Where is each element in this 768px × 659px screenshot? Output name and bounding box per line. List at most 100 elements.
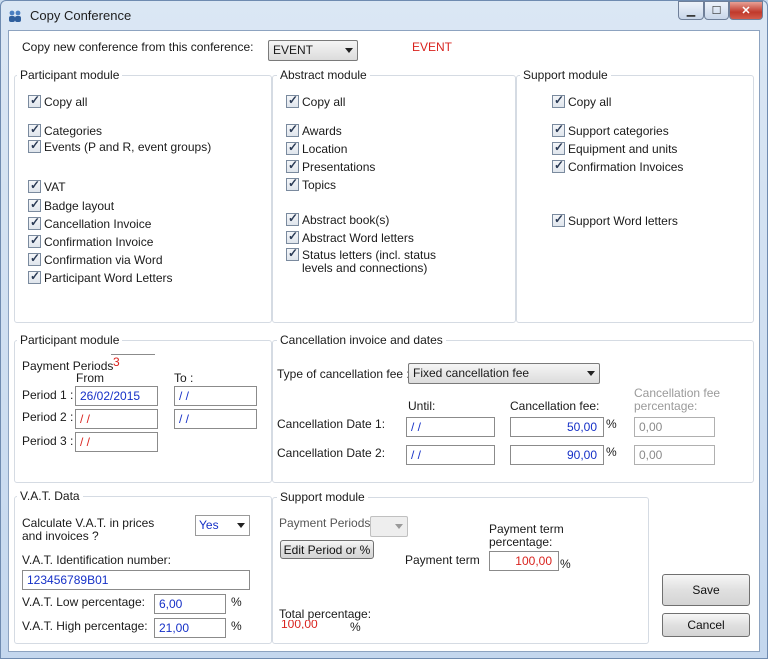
label: Confirmation via Word xyxy=(44,253,163,267)
label: Equipment and units xyxy=(568,142,678,156)
checkbox-cancellation-invoice[interactable] xyxy=(28,215,41,230)
pct-sign: % xyxy=(231,595,242,609)
period1-to-input[interactable]: / / xyxy=(174,386,257,406)
vat-title: V.A.T. Data xyxy=(17,489,83,503)
checkbox-abstract-copy-all[interactable] xyxy=(286,93,299,108)
vat-calc-value: Yes xyxy=(199,518,219,532)
checkbox-presentations[interactable] xyxy=(286,158,299,173)
checkbox-badge-layout[interactable] xyxy=(28,197,41,212)
period3-label: Period 3 : xyxy=(22,434,74,448)
period2-from-input[interactable]: / / xyxy=(75,409,158,429)
label: Support categories xyxy=(568,124,669,138)
checkbox-location[interactable] xyxy=(286,140,299,155)
cancellation-type-value: Fixed cancellation fee xyxy=(413,366,530,380)
label: Abstract book(s) xyxy=(302,213,390,227)
label: Awards xyxy=(302,124,342,138)
until-label: Until: xyxy=(408,399,436,413)
date2-until-input[interactable]: / / xyxy=(406,445,495,465)
label: Presentations xyxy=(302,160,376,174)
label: Copy all xyxy=(568,95,612,109)
event-select[interactable]: EVENT xyxy=(268,40,358,61)
checkbox-participant-word-letters[interactable] xyxy=(28,269,41,284)
participant-periods-title: Participant module xyxy=(17,333,123,347)
support-module-group xyxy=(516,75,754,323)
term-pct-label: Payment term xyxy=(489,522,564,536)
term-pct-input[interactable]: 100,00 xyxy=(489,551,559,571)
fee-label: Cancellation fee: xyxy=(510,399,600,413)
chevron-down-icon xyxy=(345,48,353,53)
support-payment-periods-label: Payment Periods xyxy=(279,516,371,530)
close-button[interactable]: ✕ xyxy=(729,1,763,20)
date2-label: Cancellation Date 2: xyxy=(277,446,386,460)
chevron-down-icon xyxy=(395,524,403,529)
from-label: From xyxy=(76,371,104,385)
label: Cancellation Invoice xyxy=(44,217,152,231)
label: Participant Word Letters xyxy=(44,271,173,285)
checkbox-support-categories[interactable] xyxy=(552,122,565,137)
checkbox-abstract-word-letters[interactable] xyxy=(286,229,299,244)
checkbox-confirmation-invoices[interactable] xyxy=(552,158,565,173)
abstract-module-title: Abstract module xyxy=(277,68,370,82)
payment-periods-input[interactable]: 3 xyxy=(111,354,155,370)
label: Badge layout xyxy=(44,199,115,213)
label: levels and connections) xyxy=(302,261,428,275)
total-pct-value: 100,00 xyxy=(281,620,318,629)
payment-term-label: Payment term xyxy=(405,553,480,567)
support-periods-select[interactable] xyxy=(370,516,408,537)
term-pct-label-2: percentage: xyxy=(489,535,553,549)
window-title: Copy Conference xyxy=(30,8,132,23)
checkbox-support-copy-all[interactable] xyxy=(552,93,565,108)
total-pct-label: Total percentage: xyxy=(279,607,372,621)
app-icon xyxy=(9,10,21,22)
date2-fee-input[interactable]: 90,00 xyxy=(510,445,604,465)
checkbox-equipment-units[interactable] xyxy=(552,140,565,155)
vat-calc-select[interactable]: Yes xyxy=(195,515,250,536)
checkbox-abstract-books[interactable] xyxy=(286,211,299,226)
copy-from-label: Copy new conference from this conference… xyxy=(22,40,254,54)
minimize-button[interactable]: ▁ xyxy=(678,1,704,20)
checkbox-confirmation-word[interactable] xyxy=(28,251,41,266)
cancellation-type-label: Type of cancellation fee : xyxy=(277,367,410,381)
period3-from-input[interactable]: / / xyxy=(75,432,158,452)
vat-id-input[interactable]: 123456789B01 xyxy=(22,570,250,590)
vat-high-input[interactable]: 21,00 xyxy=(154,618,226,638)
period2-to-input[interactable]: / / xyxy=(174,409,257,429)
vat-high-label: V.A.T. High percentage: xyxy=(22,619,148,633)
label: VAT xyxy=(44,180,66,194)
label: Copy all xyxy=(44,95,88,109)
checkbox-topics[interactable] xyxy=(286,176,299,191)
date1-pct-input[interactable]: 0,00 xyxy=(634,417,715,437)
period1-from-input[interactable]: 26/02/2015 xyxy=(75,386,158,406)
cancel-button[interactable]: Cancel xyxy=(662,613,750,637)
chevron-down-icon xyxy=(587,371,595,376)
label: Categories xyxy=(44,124,103,138)
checkbox-status-letters[interactable] xyxy=(286,246,299,261)
vat-low-label: V.A.T. Low percentage: xyxy=(22,595,145,609)
date2-pct-input[interactable]: 0,00 xyxy=(634,445,715,465)
cancellation-type-select[interactable]: Fixed cancellation fee xyxy=(408,363,600,384)
date1-fee-input[interactable]: 50,00 xyxy=(510,417,604,437)
checkbox-vat[interactable] xyxy=(28,178,41,193)
label: Events (P and R, event groups) xyxy=(44,140,212,154)
abstract-module-group xyxy=(272,75,516,323)
label: Abstract Word letters xyxy=(302,231,414,245)
date1-until-input[interactable]: / / xyxy=(406,417,495,437)
label: Copy all xyxy=(302,95,346,109)
chevron-down-icon xyxy=(237,523,245,528)
vat-low-input[interactable]: 6,00 xyxy=(154,594,226,614)
checkbox-categories[interactable] xyxy=(28,122,41,137)
maximize-button[interactable]: ☐ xyxy=(704,1,729,20)
checkbox-support-word-letters[interactable] xyxy=(552,212,565,227)
event-tag: EVENT xyxy=(412,40,453,54)
checkbox-confirmation-invoice[interactable] xyxy=(28,233,41,248)
edit-period-button[interactable]: Edit Period or % xyxy=(280,540,374,559)
pct-sign: % xyxy=(606,445,617,459)
checkbox-copy-all[interactable] xyxy=(28,93,41,108)
checkbox-awards[interactable] xyxy=(286,122,299,137)
event-select-value: EVENT xyxy=(273,43,314,57)
save-button[interactable]: Save xyxy=(662,574,750,606)
to-label: To : xyxy=(174,371,194,385)
checkbox-events[interactable] xyxy=(28,138,41,153)
fee-pct-label: Cancellation fee xyxy=(634,386,721,400)
fee-pct-label-2: percentage: xyxy=(634,399,698,413)
